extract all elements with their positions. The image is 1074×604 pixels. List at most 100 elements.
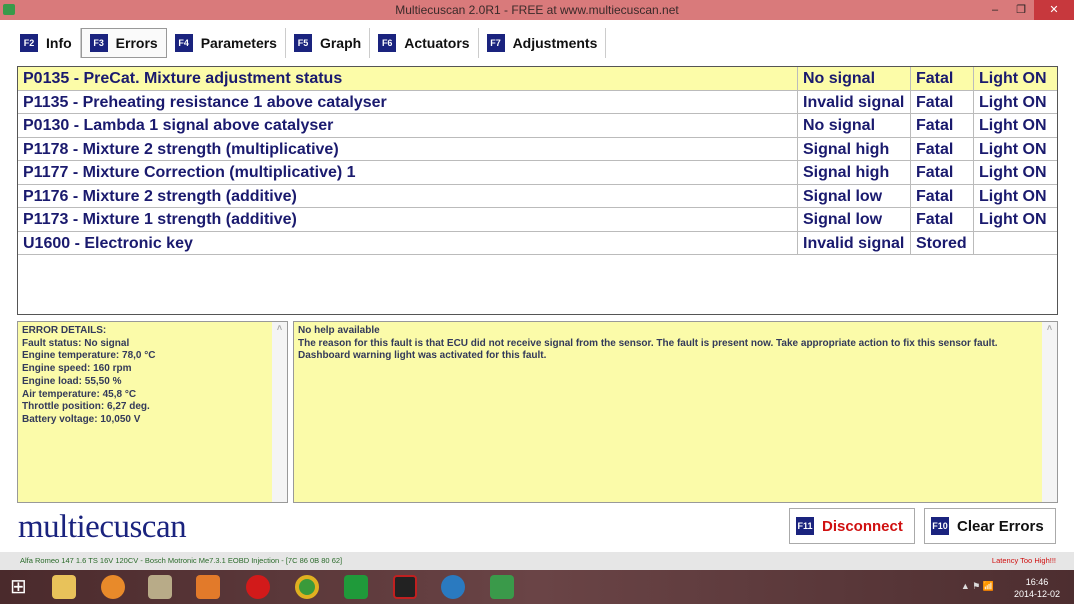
error-row[interactable]: P1176 - Mixture 2 strength (additive) Sig… xyxy=(18,184,1057,208)
help-line: Dashboard warning light was activated fo… xyxy=(298,350,547,362)
tab-adjustments[interactable]: F7 Adjustments xyxy=(479,28,607,58)
error-type: Fatal xyxy=(911,90,974,113)
title-bar: Multiecuscan 2.0R1 - FREE at www.multiec… xyxy=(0,0,1074,20)
app-icon xyxy=(3,4,15,15)
detail-line: Air temperature: 45,8 °C xyxy=(22,388,137,400)
button-label: Disconnect xyxy=(822,517,903,535)
multiecuscan-taskbar-icon[interactable] xyxy=(490,575,514,599)
error-row[interactable]: P0135 - PreCat. Mixture adjustment statu… xyxy=(18,67,1057,91)
warning-light: Light ON xyxy=(979,211,1047,228)
error-status: Invalid signal xyxy=(798,231,911,254)
window-title: Multiecuscan 2.0R1 - FREE at www.multiec… xyxy=(395,3,679,17)
warning-light: Light ON xyxy=(979,187,1047,205)
error-type: Fatal xyxy=(911,208,974,231)
notepad-icon[interactable] xyxy=(148,575,172,599)
tab-label: Errors xyxy=(115,35,158,51)
error-code: P0130 - Lambda 1 signal above catalyser xyxy=(18,114,798,137)
chrome-icon[interactable] xyxy=(295,575,319,599)
detail-line: ERROR DETAILS: xyxy=(22,325,107,336)
error-code: P1135 - Preheating resistance 1 above ca… xyxy=(18,90,798,113)
error-type: Fatal xyxy=(911,67,974,90)
logo: multiecuscan xyxy=(18,509,187,545)
error-row[interactable]: P1177 - Mixture Correction (multiplicati… xyxy=(18,161,1057,185)
error-row[interactable]: P1178 - Mixture 2 strength (multiplicati… xyxy=(18,137,1057,161)
minimize-button[interactable]: – xyxy=(982,0,1008,20)
warning-light: Light ON xyxy=(979,117,1047,134)
scrollbar[interactable]: ˄ xyxy=(272,322,287,502)
clear-errors-button[interactable]: F10 Clear Errors xyxy=(924,508,1056,544)
warning-light: Light ON xyxy=(979,164,1047,181)
error-type: Fatal xyxy=(911,161,974,184)
clock-date: 2014-12-02 xyxy=(1013,589,1060,599)
error-code: P1178 - Mixture 2 strength (multiplicati… xyxy=(18,137,798,160)
tab-label: Parameters xyxy=(200,35,277,51)
clock[interactable]: 16:46 2014-12-02 xyxy=(1014,576,1060,600)
warning-light: Light ON xyxy=(979,70,1047,87)
help-line: The reason for this fault is that ECU di… xyxy=(298,337,998,349)
f2-key-icon: F2 xyxy=(20,34,38,52)
tab-info[interactable]: F2 Info xyxy=(12,28,81,58)
clock-time: 16:46 xyxy=(1025,577,1049,587)
error-code: P1173 - Mixture 1 strength (additive) xyxy=(18,208,798,231)
error-code: P1176 - Mixture 2 strength (additive) xyxy=(18,184,798,207)
error-status: Invalid signal xyxy=(798,90,911,113)
help-line: No help available xyxy=(298,325,380,336)
tray-icons[interactable]: ▲ ⚑ 📶 xyxy=(961,581,994,592)
error-row[interactable]: P1135 - Preheating resistance 1 above ca… xyxy=(18,90,1057,114)
error-details-panel: ERROR DETAILS: Fault status: No signal Eng… xyxy=(17,321,288,503)
detail-line: Fault status: No signal xyxy=(22,337,130,349)
detail-line: Engine speed: 160 rpm xyxy=(22,363,132,375)
latency-warning: Latency Too High!!! xyxy=(991,556,1056,565)
restore-button[interactable]: ❐ xyxy=(1008,0,1034,20)
detail-line: Throttle position: 6,27 deg. xyxy=(22,401,150,413)
f10-key-icon: F10 xyxy=(931,517,949,535)
tab-actuators[interactable]: F6 Actuators xyxy=(370,28,479,58)
error-list: P0135 - PreCat. Mixture adjustment statu… xyxy=(17,66,1058,315)
help-panel: No help available The reason for this fau… xyxy=(293,321,1058,503)
error-row[interactable]: U1600 - Electronic key Invalid signal Stor… xyxy=(18,231,1057,255)
f11-key-icon: F11 xyxy=(796,517,814,535)
tab-label: Info xyxy=(46,35,72,51)
app-icon[interactable] xyxy=(441,575,465,599)
error-status: Signal low xyxy=(798,184,911,207)
detail-line: Engine temperature: 78,0 °C xyxy=(22,350,156,362)
f7-key-icon: F7 xyxy=(486,34,505,52)
error-status: No signal xyxy=(798,114,911,137)
detail-line: Engine load: 55,50 % xyxy=(22,375,122,387)
disconnect-button[interactable]: F11 Disconnect xyxy=(789,508,915,544)
error-type: Fatal xyxy=(911,114,974,137)
f5-key-icon: F5 xyxy=(293,34,312,52)
close-button[interactable]: ✕ xyxy=(1034,0,1074,20)
vehicle-info: Alfa Romeo 147 1.6 TS 16V 120CV - Bosch … xyxy=(20,556,343,565)
warning-light: Light ON xyxy=(979,93,1047,111)
tab-parameters[interactable]: F4 Parameters xyxy=(167,28,286,58)
error-row[interactable]: P1173 - Mixture 1 strength (additive) Sig… xyxy=(18,208,1057,232)
button-label: Clear Errors xyxy=(957,517,1044,535)
error-code: P1177 - Mixture Correction (multiplicati… xyxy=(18,161,798,184)
windows-start-icon[interactable]: ⊞ xyxy=(10,575,34,599)
tab-graph[interactable]: F5 Graph xyxy=(286,28,371,58)
store-icon[interactable] xyxy=(344,575,368,599)
error-code: U1600 - Electronic key xyxy=(18,231,798,254)
sync-app-icon[interactable] xyxy=(101,575,125,599)
tab-errors[interactable]: F3 Errors xyxy=(80,28,167,58)
f3-key-icon: F3 xyxy=(89,34,108,52)
tab-bar: F2 Info F3 Errors F4 Parameters F5 Graph F6 A… xyxy=(12,28,607,58)
error-type: Fatal xyxy=(911,184,974,207)
error-type: Stored xyxy=(911,231,974,254)
detail-line: Battery voltage: 10,050 V xyxy=(22,413,141,425)
opera-icon[interactable] xyxy=(246,575,270,599)
error-row[interactable]: P0130 - Lambda 1 signal above catalyser N… xyxy=(18,114,1057,138)
tab-label: Adjustments xyxy=(512,35,598,51)
error-type: Fatal xyxy=(911,137,974,160)
tab-label: Graph xyxy=(319,35,362,51)
media-player-icon[interactable] xyxy=(196,575,220,599)
error-status: Signal low xyxy=(798,208,911,231)
game-app-icon[interactable] xyxy=(393,575,417,599)
file-explorer-icon[interactable] xyxy=(52,575,76,599)
error-status: Signal high xyxy=(798,137,911,160)
taskbar: ⊞ ▲ ⚑ 📶 16:46 2014-12-02 xyxy=(0,570,1074,604)
f4-key-icon: F4 xyxy=(174,34,193,52)
error-code: P0135 - PreCat. Mixture adjustment statu… xyxy=(18,67,798,90)
scrollbar[interactable]: ˄ xyxy=(1042,322,1057,502)
